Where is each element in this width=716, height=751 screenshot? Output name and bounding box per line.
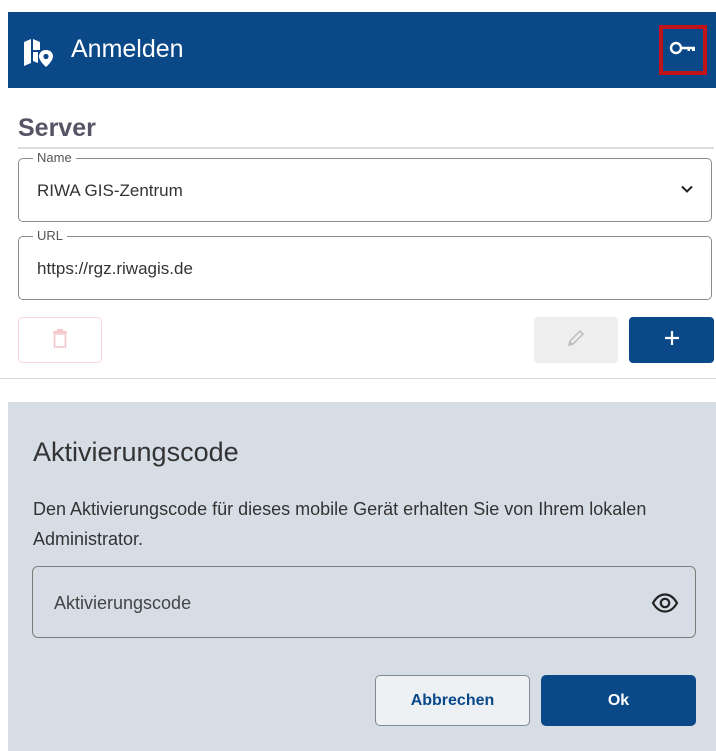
activation-code-placeholder: Aktivierungscode <box>54 593 192 613</box>
edit-server-button[interactable] <box>534 317 618 363</box>
app-bar: Anmelden <box>8 12 716 88</box>
trash-icon <box>52 328 68 353</box>
server-url-label: URL <box>33 228 68 244</box>
dialog-description: Den Aktivierungscode für dieses mobile G… <box>33 499 647 549</box>
activation-key-button[interactable] <box>659 25 707 75</box>
server-name-value: RIWA GIS-Zentrum <box>37 181 183 200</box>
activation-code-dialog: Aktivierungscode Den Aktivierungscode fü… <box>8 402 716 751</box>
login-panel: Anmelden Server Name RIWA GIS-Zentrum UR… <box>0 0 716 379</box>
server-section-title: Server <box>18 114 96 142</box>
server-name-label: Name <box>33 150 76 166</box>
eye-icon[interactable] <box>651 591 679 615</box>
page-title: Anmelden <box>71 35 184 63</box>
ok-button[interactable]: Ok <box>541 675 696 726</box>
server-name-select[interactable]: Name RIWA GIS-Zentrum <box>18 150 712 222</box>
key-icon <box>669 40 697 61</box>
server-url-value: https://rgz.riwagis.de <box>37 259 193 278</box>
plus-icon <box>663 329 681 352</box>
chevron-down-icon <box>679 181 695 197</box>
map-pin-icon <box>22 36 54 68</box>
section-divider <box>18 147 714 149</box>
server-url-field[interactable]: URL https://rgz.riwagis.de <box>18 228 712 300</box>
delete-server-button[interactable] <box>18 317 102 363</box>
dialog-title: Aktivierungscode <box>33 437 239 467</box>
add-server-button[interactable] <box>629 317 714 363</box>
pencil-icon <box>566 328 586 353</box>
activation-code-input[interactable]: Aktivierungscode <box>32 566 696 638</box>
cancel-button[interactable]: Abbrechen <box>375 675 530 726</box>
